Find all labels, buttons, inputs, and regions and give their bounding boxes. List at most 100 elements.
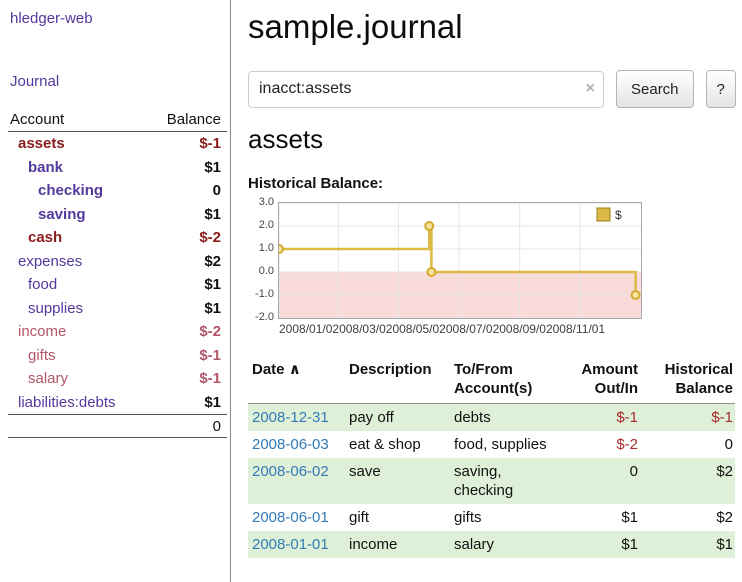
x-tick-label: 2008/03/0 [332,322,385,336]
register-header-row: Date ∧ Description To/From Account(s) Am… [248,360,735,404]
sidebar-account-row: gifts$-1 [8,344,227,368]
register-balance: 0 [640,431,735,458]
sidebar-account-row: checking 0 [8,179,227,203]
register-date-link[interactable]: 2008-12-31 [252,409,329,426]
register-accounts: food, supplies [450,431,565,458]
sidebar-account-row: cash$-2 [8,226,227,250]
sidebar-account-row: food$1 [8,273,227,297]
sidebar-account-row: saving$1 [8,203,227,227]
sidebar-account-row: income$-2 [8,320,227,344]
account-total-row: 0 [8,414,227,438]
y-tick-label: 2.0 [259,219,274,231]
sidebar-account-link-cash[interactable]: cash [8,229,62,246]
register-date-cell: 2008-12-31 [248,404,345,432]
search-input[interactable] [248,71,604,108]
sidebar-account-link-liabilities-debts[interactable]: liabilities:debts [8,394,116,411]
sidebar-account-link-income[interactable]: income [8,323,66,340]
sidebar-account-balance: $2 [204,253,221,270]
sidebar-account-link-expenses[interactable]: expenses [8,253,82,270]
col-header-date[interactable]: Date ∧ [248,360,345,404]
register-amount: $-2 [565,431,640,458]
y-tick-label: -1.0 [255,288,274,300]
y-tick-label: 1.0 [259,242,274,254]
help-button[interactable]: ? [706,70,736,108]
search-button[interactable]: Search [616,70,694,108]
register-date-cell: 2008-06-02 [248,458,345,504]
register-row: 2008-06-02 savesaving, checking0$2 [248,458,735,504]
chart-x-axis: 2008/01/02008/03/02008/05/02008/07/02008… [279,322,736,336]
register-accounts: saving, checking [450,458,565,504]
date-header-label: Date [252,361,285,378]
sidebar-account-balance: $1 [204,159,221,176]
x-tick-label: 2008/01/0 [279,322,332,336]
register-balance: $2 [640,458,735,504]
account-total-value: 0 [213,418,221,435]
y-tick-label: 3.0 [259,196,274,208]
search-bar: × Search ? [248,70,736,108]
chart-plot-area: $ [278,202,642,319]
register-balance: $1 [640,531,735,558]
col-header-accounts: To/From Account(s) [450,360,565,404]
clear-search-icon[interactable]: × [586,79,595,99]
register-accounts: debts [450,404,565,432]
sidebar: hledger-web Journal Account Balance asse… [0,0,231,582]
account-table-header: Account Balance [8,108,227,132]
sidebar-account-row: expenses $2 [8,250,227,274]
register-date-cell: 2008-01-01 [248,531,345,558]
col-header-balance: Historical Balance [640,360,735,404]
register-accounts: salary [450,531,565,558]
register-description: pay off [345,404,450,432]
x-tick-label: 2008/05/0 [386,322,439,336]
register-balance: $2 [640,504,735,531]
sidebar-account-balance: $1 [204,394,221,411]
chart-y-axis: 3.02.01.00.0-1.0-2.0 [248,202,278,319]
x-tick-label: 2008/11/01 [546,322,605,336]
account-list: assets$-1bank$1checking0saving$1cash$-2e… [8,132,227,414]
register-balance: $-1 [640,404,735,432]
register-amount: 0 [565,458,640,504]
register-date-link[interactable]: 2008-01-01 [252,536,329,553]
sidebar-account-link-salary[interactable]: salary [8,370,68,387]
register-accounts: gifts [450,504,565,531]
register-description: gift [345,504,450,531]
account-heading: assets [248,124,736,155]
hledger-web-app: hledger-web Journal Account Balance asse… [0,0,742,582]
sidebar-account-link-gifts[interactable]: gifts [8,347,56,364]
register-date-cell: 2008-06-03 [248,431,345,458]
sidebar-account-row: salary $-1 [8,367,227,391]
sidebar-account-link-supplies[interactable]: supplies [8,300,83,317]
col-header-amount: Amount Out/In [565,360,640,404]
register-date-link[interactable]: 2008-06-02 [252,463,329,480]
sidebar-account-link-food[interactable]: food [8,276,57,293]
sort-asc-icon[interactable]: ∧ [289,361,301,378]
balance-column-label: Balance [167,111,221,128]
sidebar-account-balance: $1 [204,300,221,317]
sidebar-account-link-saving[interactable]: saving [8,206,86,223]
register-date-link[interactable]: 2008-06-01 [252,509,329,526]
sidebar-account-link-assets[interactable]: assets [8,135,65,152]
historical-balance-chart: 3.02.01.00.0-1.0-2.0 $ [248,202,736,319]
sidebar-item-journal[interactable]: Journal [10,73,230,90]
account-column-label: Account [10,111,64,128]
register-row: 2008-06-03eat & shopfood, supplies$-20 [248,431,735,458]
register-date-link[interactable]: 2008-06-03 [252,436,329,453]
register-description: income [345,531,450,558]
sidebar-account-balance: 0 [213,182,221,199]
sidebar-account-link-checking[interactable]: checking [8,182,103,199]
register-amount: $1 [565,531,640,558]
register-table: Date ∧ Description To/From Account(s) Am… [248,360,735,558]
register-description: save [345,458,450,504]
register-amount: $1 [565,504,640,531]
sidebar-account-balance: $-1 [199,370,221,387]
sidebar-account-link-bank[interactable]: bank [8,159,63,176]
account-balance-table: Account Balance assets $-1 bank $1 checking 0… [8,108,227,438]
sidebar-account-balance: $-1 [199,135,221,152]
y-tick-label: 0.0 [259,265,274,277]
search-box: × [248,71,604,108]
y-tick-label: -2.0 [255,311,274,323]
brand-link[interactable]: hledger-web [10,10,230,27]
register-row: 2008-06-01 giftgifts$1$2 [248,504,735,531]
main-content: sample.journal × Search ? assets Histori… [232,0,742,582]
chart-title: Historical Balance: [248,175,736,192]
sidebar-account-row: liabilities:debts $1 [8,391,227,415]
